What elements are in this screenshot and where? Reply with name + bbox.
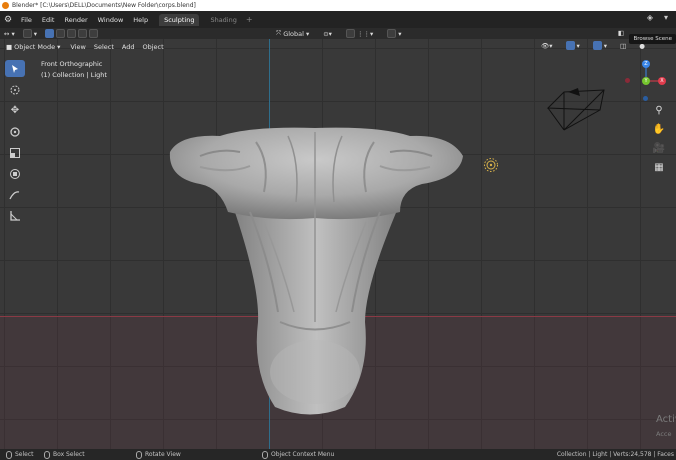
left-mouse-icon — [6, 450, 12, 459]
menu-help[interactable]: Help — [128, 16, 153, 24]
orientation-icon: ⤧ — [276, 29, 282, 37]
xray-toggle[interactable]: ◧ — [614, 29, 628, 37]
scene-statistics: Collection | Light | Verts:24,578 | Face… — [556, 451, 674, 458]
tool-selector[interactable]: ▾ — [19, 29, 41, 38]
tab-sculpting[interactable]: Sculpting — [159, 13, 200, 26]
blender-menu-icon[interactable]: ⚙ — [0, 11, 16, 28]
scale-tool[interactable] — [5, 144, 25, 161]
gizmo-icon — [565, 41, 575, 50]
status-rotate-view-label: Rotate View — [145, 451, 181, 458]
status-context-menu: Object Context Menu — [262, 449, 334, 460]
annotate-tool[interactable] — [5, 186, 25, 203]
select-extend-icon[interactable] — [56, 29, 66, 38]
activation-watermark-text: Acce — [656, 430, 672, 438]
select-subtract-icon[interactable] — [67, 29, 77, 38]
object-mode-icon: ■ — [6, 43, 13, 51]
move-tool[interactable]: ✥ — [5, 102, 25, 119]
menu-view[interactable]: View — [66, 43, 89, 51]
tool-header: ↔ ▾ ▾ ⤧ Global ▾ ⊙▾ ⋮⋮▾ ▾ ◧ — [0, 28, 676, 39]
select-difference-icon[interactable] — [78, 29, 88, 38]
status-context-menu-label: Object Context Menu — [271, 451, 335, 458]
editor-type-button[interactable]: ↔ ▾ — [0, 30, 19, 38]
menu-object[interactable]: Object — [138, 43, 167, 51]
left-toolbar: ✥ — [5, 60, 25, 224]
scene-icon[interactable]: ◈ — [644, 13, 656, 25]
scene-dropdown-icon[interactable]: ▾ — [660, 13, 672, 25]
viewport-header: ■ Object Mode ▾ View Select Add Object 👁▾… — [0, 41, 676, 53]
gizmo-x-axis[interactable]: X — [658, 77, 666, 85]
activation-watermark-title: Activ — [656, 414, 676, 425]
pan-hand-icon[interactable]: ✋ — [652, 122, 666, 136]
navigation-controls: ⚲ ✋ 🎥 ▦ — [652, 103, 666, 174]
status-select-label: Select — [15, 451, 34, 458]
viewport-info: Front Orthographic (1) Collection | Ligh… — [41, 59, 107, 81]
drag-mouse-icon — [44, 450, 50, 459]
status-select: Select — [6, 449, 34, 460]
status-box-select-label: Box Select — [53, 451, 85, 458]
gizmo-y-axis[interactable]: Y — [642, 77, 650, 85]
view-name: Front Orthographic — [41, 60, 103, 68]
middle-mouse-icon — [136, 450, 142, 459]
navigation-gizmo[interactable]: Z Y X — [625, 56, 670, 106]
zoom-icon[interactable]: ⚲ — [652, 103, 666, 117]
tooltip: Browse Scene — [629, 34, 676, 44]
mode-label: Object Mode — [14, 43, 56, 51]
orientation-label: Global — [283, 29, 304, 38]
gizmo-toggle-icon[interactable]: ▾ — [562, 41, 584, 50]
status-rotate-view: Rotate View — [136, 449, 181, 460]
measure-tool[interactable] — [5, 207, 25, 224]
window-titlebar: Blender* [C:\Users\DELL\Documents\New Fo… — [0, 0, 676, 11]
overlay-toggle-icon[interactable]: ▾ — [589, 41, 611, 50]
select-mode-group[interactable] — [41, 29, 102, 38]
gizmo-neg-x[interactable] — [625, 78, 630, 83]
transform-orientation-dropdown[interactable]: ⤧ Global ▾ — [272, 29, 313, 38]
visibility-icon[interactable]: 👁▾ — [537, 42, 557, 50]
snap-toggle[interactable]: ⋮⋮▾ — [342, 29, 377, 38]
blender-logo-icon — [2, 2, 9, 9]
menu-select[interactable]: Select — [90, 43, 118, 51]
wireframe-shading-icon[interactable]: ◫ — [616, 42, 630, 50]
status-bar: Select Box Select Rotate View Object Con… — [0, 449, 676, 460]
camera-view-icon[interactable]: 🎥 — [652, 141, 666, 155]
gizmo-neg-z[interactable] — [643, 96, 648, 101]
active-collection: (1) Collection | Light — [41, 71, 107, 79]
overlay-icon — [592, 41, 602, 50]
sculpt-mesh[interactable] — [160, 122, 470, 422]
proportional-icon — [387, 29, 397, 38]
rotate-tool[interactable] — [5, 123, 25, 140]
menu-edit[interactable]: Edit — [37, 16, 60, 24]
camera-object[interactable] — [542, 86, 612, 136]
status-box-select: Box Select — [44, 449, 85, 460]
add-workspace-button[interactable]: + — [242, 15, 257, 24]
pivot-point-dropdown[interactable]: ⊙▾ — [319, 30, 336, 38]
cursor-tool[interactable] — [5, 81, 25, 98]
scene-selector: ◈ ▾ — [644, 13, 672, 25]
right-mouse-icon — [262, 450, 268, 459]
light-object[interactable] — [482, 156, 500, 174]
menu-add[interactable]: Add — [118, 43, 139, 51]
transform-tool[interactable] — [5, 165, 25, 182]
menu-render[interactable]: Render — [59, 16, 92, 24]
menu-window[interactable]: Window — [93, 16, 129, 24]
tab-shading[interactable]: Shading — [205, 14, 241, 26]
window-title: Blender* [C:\Users\DELL\Documents\New Fo… — [12, 2, 196, 9]
top-menubar: ⚙ File Edit Render Window Help Sculpting… — [0, 11, 676, 28]
select-intersect-icon[interactable] — [89, 29, 99, 38]
snap-icon — [345, 29, 355, 38]
select-box-tool[interactable] — [5, 60, 25, 77]
gizmo-z-axis[interactable]: Z — [642, 60, 650, 68]
select-tool-icon — [22, 29, 32, 38]
proportional-edit-toggle[interactable]: ▾ — [383, 29, 405, 38]
mode-dropdown[interactable]: ■ Object Mode ▾ — [0, 43, 66, 51]
grid-perspective-icon[interactable]: ▦ — [652, 160, 666, 174]
menu-file[interactable]: File — [16, 16, 37, 24]
select-new-icon[interactable] — [45, 29, 55, 38]
